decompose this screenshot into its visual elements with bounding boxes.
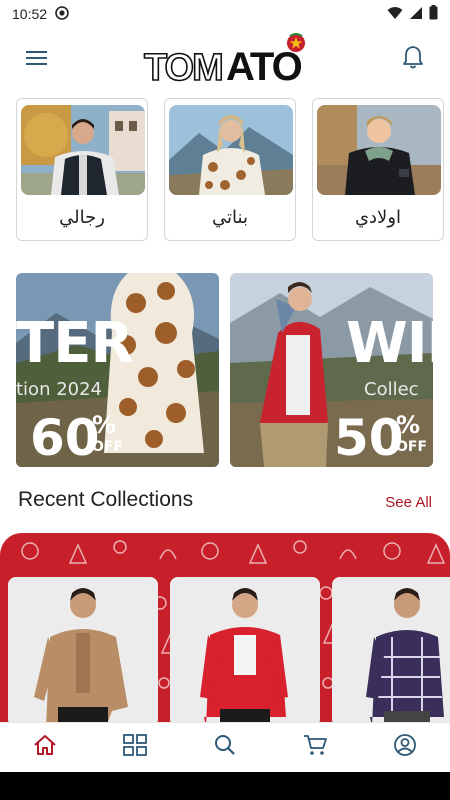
nav-categories[interactable] [113, 726, 157, 770]
nav-search[interactable] [203, 726, 247, 770]
svg-text:TOM: TOM [144, 47, 222, 88]
banner-headline: TER [16, 311, 134, 376]
banner-percent-sign: % [92, 411, 117, 439]
category-image-men [21, 105, 145, 195]
cart-icon [303, 734, 327, 761]
category-image-girls [169, 105, 293, 195]
category-card-men[interactable]: رجالي [16, 98, 148, 241]
categories-grid-icon [123, 734, 147, 761]
product-card[interactable] [332, 577, 450, 723]
banner-subline: Collec [364, 379, 419, 400]
home-icon [33, 734, 57, 761]
category-label: رجالي [59, 207, 105, 227]
battery-icon [429, 5, 438, 23]
recent-collections-title: Recent Collections [18, 488, 194, 511]
collections-carousel[interactable] [0, 533, 450, 723]
media-sync-icon [55, 5, 69, 23]
product-card[interactable] [8, 577, 158, 723]
promo-banner-winter-60[interactable]: TER tion 2024 60 % OFF [16, 273, 219, 467]
banner-headline: WIN [346, 311, 433, 376]
wifi-icon [387, 6, 403, 23]
category-carousel[interactable]: رجالي بناتي اولادي [0, 98, 450, 244]
banner-discount-suffix: OFF [92, 439, 124, 455]
promo-banner-winter-50[interactable]: WIN Collec 50 % OFF [230, 273, 433, 467]
category-image-boys [317, 105, 441, 195]
app-screen: 10:52 TOM ATO رجالي بناتي اولادي TER tio… [0, 0, 450, 800]
account-icon [393, 733, 417, 762]
category-card-girls[interactable]: بناتي [164, 98, 296, 241]
search-icon [214, 734, 236, 761]
nav-cart[interactable] [293, 726, 337, 770]
banner-discount-suffix: OFF [396, 439, 428, 455]
brand-logo[interactable]: TOM ATO [140, 32, 310, 90]
status-bar: 10:52 [0, 0, 450, 28]
see-all-link[interactable]: See All [385, 494, 432, 511]
category-label: بناتي [212, 207, 248, 227]
bottom-navigation [0, 722, 450, 772]
banner-percent-sign: % [396, 411, 421, 439]
system-navigation-bar [0, 772, 450, 800]
status-time: 10:52 [12, 6, 48, 22]
product-image [332, 577, 450, 723]
product-image [8, 577, 158, 723]
notification-bell-icon[interactable] [398, 42, 428, 72]
category-card-boys[interactable]: اولادي [312, 98, 444, 241]
signal-icon [409, 6, 423, 23]
banner-discount-value: 50 [334, 409, 404, 467]
category-label: اولادي [354, 207, 402, 227]
app-bar: TOM ATO [0, 30, 450, 94]
svg-text:ATO: ATO [226, 45, 302, 88]
hamburger-menu-icon[interactable] [22, 44, 52, 72]
nav-account[interactable] [383, 726, 427, 770]
product-card[interactable] [170, 577, 320, 723]
product-image [170, 577, 320, 723]
banner-subline: tion 2024 [16, 379, 103, 400]
banner-discount-value: 60 [30, 409, 100, 467]
nav-home[interactable] [23, 726, 67, 770]
